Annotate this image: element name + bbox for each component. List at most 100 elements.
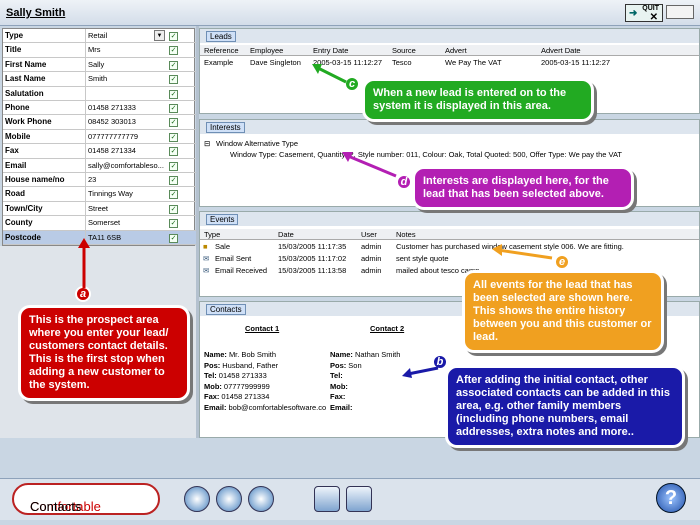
contact-field: Pos: Son <box>330 361 362 370</box>
contact-field-label: Mob: <box>330 381 348 391</box>
cell-user: admin <box>361 254 382 263</box>
prospect-row[interactable]: Road Tinnings Way ✓ <box>3 187 196 202</box>
prospect-row[interactable]: Title Mrs ✓ <box>3 43 196 58</box>
contact-field-label: Pos: <box>330 360 347 370</box>
visibility-checkbox[interactable]: ✓ <box>169 132 178 142</box>
tab-contacts[interactable]: Contacts <box>206 304 246 315</box>
contact-field-label: Name: <box>204 350 227 359</box>
visibility-checkbox[interactable]: ✓ <box>169 104 178 113</box>
col-type[interactable]: Type <box>204 230 220 239</box>
visibility-checkbox[interactable]: ✓ <box>169 190 178 200</box>
email-icon: ✉ <box>203 254 210 263</box>
visibility-checkbox[interactable]: ✓ <box>169 89 178 99</box>
col-notes[interactable]: Notes <box>396 230 416 239</box>
col-source[interactable]: Source <box>392 46 416 55</box>
contact-field-label: Tel: <box>204 371 217 380</box>
field-value[interactable]: Street <box>88 204 166 213</box>
field-value[interactable]: 01458 271334 <box>88 146 166 155</box>
field-label: Type <box>5 31 24 40</box>
field-value[interactable]: Smith <box>88 74 166 83</box>
field-label: Email <box>5 160 27 170</box>
window-controls[interactable] <box>666 5 694 19</box>
prospect-row[interactable]: Work Phone 08452 303013 ✓ <box>3 115 196 130</box>
visibility-checkbox[interactable]: ✓ <box>169 204 178 214</box>
field-label: Last Name <box>5 74 46 84</box>
col-entry-date[interactable]: Entry Date <box>313 46 348 55</box>
table-row[interactable]: ■ Sale 15/03/2005 11:17:35 admin Custome… <box>200 242 699 253</box>
prospect-row[interactable]: Email sally@comfortableso... ✓ <box>3 158 196 173</box>
field-value[interactable]: 08452 303013 <box>88 117 166 126</box>
field-value[interactable]: 01458 271333 <box>88 103 166 112</box>
column-divider <box>85 173 86 187</box>
callout-c: When a new lead is entered on to the sys… <box>362 78 594 122</box>
field-value[interactable]: Somerset <box>88 218 166 227</box>
visibility-checkbox[interactable]: ✓ <box>169 147 178 157</box>
tools-button[interactable] <box>184 486 210 512</box>
prospect-row[interactable]: Type Retail ▼ ✓ <box>3 29 196 44</box>
table-row[interactable]: Example Dave Singleton 2005-03-15 11:12:… <box>200 58 699 70</box>
cell-advert: We Pay The VAT <box>445 58 502 67</box>
contact-field: Name: Mr. Bob Smith <box>204 350 276 359</box>
field-label: Town/City <box>5 203 43 213</box>
callout-e-badge: e <box>554 254 570 270</box>
prospect-row[interactable]: Salutation ✓ <box>3 86 196 101</box>
visibility-checkbox[interactable]: ✓ <box>169 75 178 85</box>
contact-field-value: Husband, Father <box>222 360 279 370</box>
prospect-row[interactable]: House name/no 23 ✓ <box>3 173 196 188</box>
field-label: Road <box>5 189 25 199</box>
contact-field-value: 01458 271334 <box>221 392 270 401</box>
field-value[interactable]: Tinnings Way <box>88 189 166 198</box>
letter-button[interactable] <box>346 486 372 512</box>
cell-employee: Dave Singleton <box>250 58 301 67</box>
interest-child[interactable]: Window Type: Casement, Quantity: 2, Styl… <box>230 150 622 159</box>
prospect-row[interactable]: Last Name Smith ✓ <box>3 72 196 87</box>
visibility-checkbox[interactable]: ✓ <box>169 219 178 229</box>
visibility-checkbox[interactable]: ✓ <box>169 118 178 128</box>
col-date[interactable]: Date <box>278 230 294 239</box>
col-employee[interactable]: Employee <box>250 46 283 55</box>
cell-user: admin <box>361 242 382 251</box>
tree-collapse-icon[interactable]: ⊟ <box>204 139 210 148</box>
events-header: Events <box>200 212 699 226</box>
visibility-checkbox[interactable]: ✓ <box>169 46 178 56</box>
contact-field-label: Email: <box>204 402 227 412</box>
field-value[interactable]: 077777777779 <box>88 132 166 141</box>
table-row[interactable]: ✉ Email Sent 15/03/2005 11:17:02 admin s… <box>200 254 699 265</box>
interest-root[interactable]: Window Alternative Type <box>216 139 298 148</box>
field-value[interactable]: Mrs <box>88 45 166 54</box>
callout-e: All events for the lead that has been se… <box>462 270 664 353</box>
prospect-row[interactable]: Phone 01458 271333 ✓ <box>3 101 196 116</box>
tab-interests[interactable]: Interests <box>206 122 245 133</box>
prospect-row[interactable]: Town/City Street ✓ <box>3 201 196 217</box>
field-value[interactable]: 23 <box>88 175 166 184</box>
tab-events[interactable]: Events <box>206 214 239 225</box>
chevron-down-icon[interactable]: ▼ <box>154 30 165 41</box>
settings-button[interactable] <box>248 486 274 512</box>
field-label: Work Phone <box>5 117 52 127</box>
tab-leads[interactable]: Leads <box>206 31 236 42</box>
visibility-checkbox[interactable]: ✓ <box>169 32 178 41</box>
email-button[interactable] <box>314 486 340 512</box>
prospect-row[interactable]: Fax 01458 271334 ✓ <box>3 144 196 159</box>
col-reference[interactable]: Reference <box>204 46 239 55</box>
column-divider <box>85 29 86 43</box>
col-user[interactable]: User <box>361 230 377 239</box>
col-advert-date[interactable]: Advert Date <box>541 46 581 55</box>
visibility-checkbox[interactable]: ✓ <box>169 176 178 185</box>
col-advert[interactable]: Advert <box>445 46 467 55</box>
visibility-checkbox[interactable]: ✓ <box>169 233 178 243</box>
contact-field-value: Mr. Bob Smith <box>228 350 277 359</box>
prospect-row[interactable]: County Somerset ✓ <box>3 216 196 231</box>
prospect-row[interactable]: Mobile 077777777779 ✓ <box>3 129 196 145</box>
help-button[interactable]: ? <box>656 483 686 513</box>
visibility-checkbox[interactable]: ✓ <box>169 161 178 171</box>
field-value[interactable]: Sally <box>88 60 166 69</box>
prospect-row[interactable]: First Name Sally ✓ <box>3 57 196 73</box>
report-button[interactable] <box>216 486 242 512</box>
visibility-checkbox[interactable]: ✓ <box>169 60 178 70</box>
field-label: Salutation <box>5 88 44 98</box>
field-value[interactable]: sally@comfortableso... <box>88 161 166 170</box>
quit-button[interactable]: ➜ QUIT ✕ <box>625 4 663 23</box>
field-label: First Name <box>5 59 47 69</box>
callout-d: Interests are displayed here, for the le… <box>412 166 634 210</box>
